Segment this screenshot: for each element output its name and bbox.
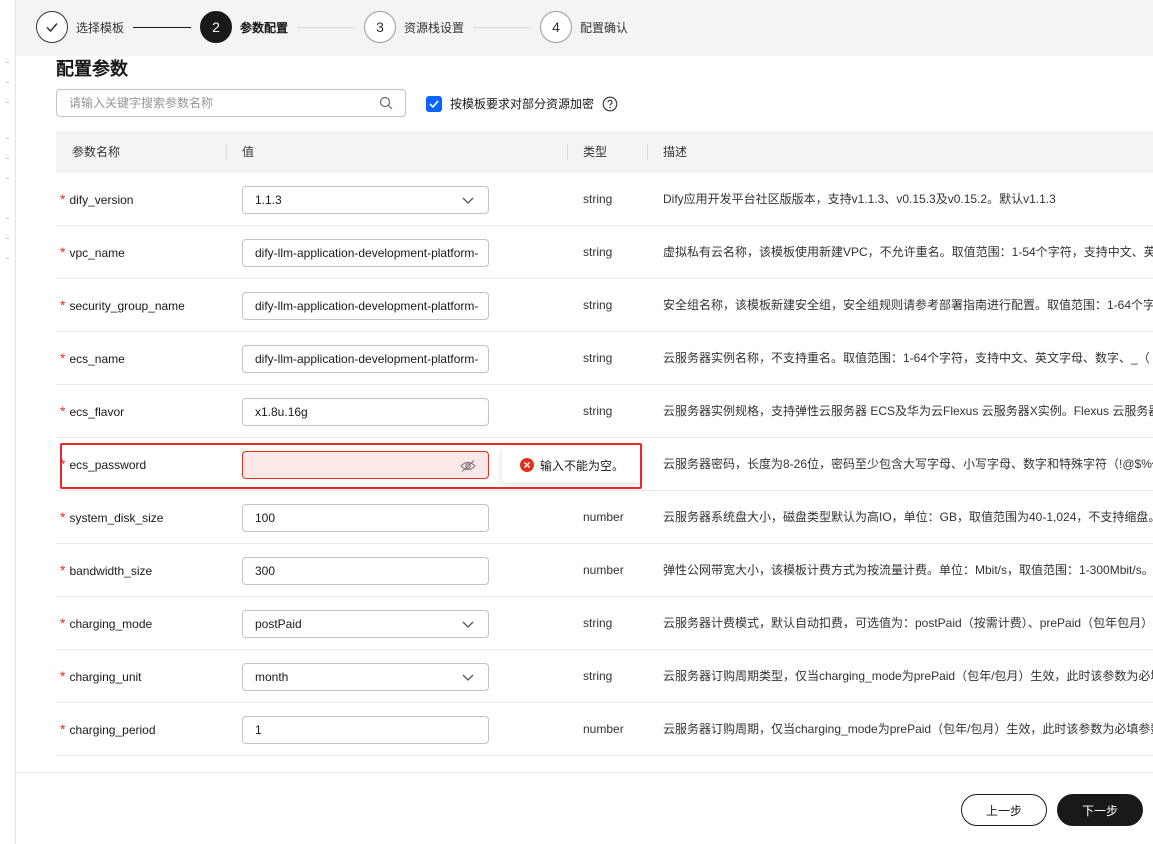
param-name: security_group_name bbox=[69, 299, 185, 313]
steps-bar: 选择模板 2 参数配置 3 资源栈设置 4 配置确认 bbox=[16, 0, 1153, 56]
param-name: bandwidth_size bbox=[69, 564, 153, 578]
param-desc: 云服务器实例规格，支持弹性云服务器 ECS及华为云Flexus 云服务器X实例。… bbox=[663, 404, 1153, 418]
param-desc: 云服务器订购周期类型，仅当charging_mode为prePaid（包年/包月… bbox=[663, 669, 1153, 683]
table-row: *charging_mode string 云服务器计费模式，默认自动扣费，可选… bbox=[56, 597, 1153, 650]
step-label: 选择模板 bbox=[76, 20, 125, 35]
step-number: 4 bbox=[540, 11, 572, 43]
param-type: number bbox=[583, 510, 624, 524]
param-type: string bbox=[583, 616, 613, 630]
table-row: *system_disk_size number 云服务器系统盘大小，磁盘类型默… bbox=[56, 491, 1153, 544]
table-row: *ecs_name string 云服务器实例名称，不支持重名。取值范围：1-6… bbox=[56, 332, 1153, 385]
charging-unit-select[interactable] bbox=[242, 663, 489, 691]
header-value: 值 bbox=[242, 145, 255, 159]
step-label: 资源栈设置 bbox=[404, 20, 465, 35]
table-row: *dify_version string Dify应用开发平台社区版版本，支持v… bbox=[56, 173, 1153, 226]
param-name: charging_mode bbox=[69, 617, 153, 631]
param-desc: 云服务器实例名称，不支持重名。取值范围：1-64个字符，支持中文、英文字母、数字… bbox=[663, 351, 1150, 365]
param-name: charging_period bbox=[69, 723, 156, 737]
param-name: ecs_flavor bbox=[69, 405, 125, 419]
param-name: dify_version bbox=[69, 193, 134, 207]
param-type: string bbox=[583, 298, 613, 312]
vpc-name-field[interactable] bbox=[242, 239, 489, 267]
table-row: *ecs_flavor string 云服务器实例规格，支持弹性云服务器 ECS… bbox=[56, 385, 1153, 438]
charging-mode-select[interactable] bbox=[242, 610, 489, 638]
param-type: string bbox=[583, 192, 613, 206]
select-value[interactable] bbox=[255, 187, 455, 213]
ecs-name-input[interactable] bbox=[255, 346, 487, 372]
step-label: 参数配置 bbox=[240, 20, 289, 35]
step-label: 配置确认 bbox=[580, 20, 629, 35]
search-input[interactable] bbox=[69, 90, 379, 116]
param-type: string bbox=[583, 669, 613, 683]
param-desc: Dify应用开发平台社区版版本，支持v1.1.3、v0.15.3及v0.15.2… bbox=[663, 192, 1056, 206]
select-value[interactable] bbox=[255, 611, 455, 637]
step-number: 3 bbox=[364, 11, 396, 43]
param-type: string bbox=[583, 245, 613, 259]
section-title: 配置参数 bbox=[56, 59, 128, 79]
bandwidth-size-field[interactable] bbox=[242, 557, 489, 585]
param-name: vpc_name bbox=[69, 246, 125, 260]
security-group-name-input[interactable] bbox=[255, 293, 487, 319]
param-desc: 弹性公网带宽大小，该模板计费方式为按流量计费。单位：Mbit/s，取值范围：1-… bbox=[663, 563, 1153, 577]
select-value[interactable] bbox=[255, 664, 455, 690]
param-type: number bbox=[583, 563, 624, 577]
vpc-name-input[interactable] bbox=[255, 240, 487, 266]
dify-version-select[interactable] bbox=[242, 186, 489, 214]
param-desc: 云服务器密码，长度为8-26位，密码至少包含大写字母、小写字母、数字和特殊字符（… bbox=[663, 457, 1153, 471]
encrypt-option[interactable]: 按模板要求对部分资源加密 bbox=[426, 95, 618, 112]
param-name: system_disk_size bbox=[69, 511, 164, 525]
search-icon[interactable] bbox=[379, 96, 393, 110]
charging-period-input[interactable] bbox=[255, 717, 487, 743]
system-disk-size-field[interactable] bbox=[242, 504, 489, 532]
table-header: 参数名称 值 类型 描述 bbox=[56, 131, 1153, 173]
step-stack-settings[interactable]: 3 资源栈设置 bbox=[364, 11, 464, 43]
param-search[interactable] bbox=[56, 89, 406, 117]
param-desc: 虚拟私有云名称，该模板使用新建VPC，不允许重名。取值范围：1-54个字符，支持… bbox=[663, 245, 1153, 259]
header-type: 类型 bbox=[583, 145, 608, 159]
table-row: *charging_unit string 云服务器订购周期类型，仅当charg… bbox=[56, 650, 1153, 703]
step-param-config[interactable]: 2 参数配置 bbox=[200, 11, 288, 43]
param-desc: 安全组名称，该模板新建安全组，安全组规则请参考部署指南进行配置。取值范围：1-6… bbox=[663, 298, 1153, 312]
ecs-flavor-input[interactable] bbox=[255, 399, 487, 425]
charging-period-field[interactable] bbox=[242, 716, 489, 744]
header-desc: 描述 bbox=[663, 145, 688, 159]
encrypt-checkbox[interactable] bbox=[426, 95, 442, 112]
table-row: *vpc_name string 虚拟私有云名称，该模板使用新建VPC，不允许重… bbox=[56, 226, 1153, 279]
chevron-down-icon[interactable] bbox=[462, 672, 474, 682]
step-number: 2 bbox=[200, 11, 232, 43]
param-desc: 云服务器系统盘大小，磁盘类型默认为高IO，单位：GB，取值范围为40-1,024… bbox=[663, 510, 1153, 524]
step-connector bbox=[297, 27, 355, 28]
next-step-button[interactable]: 下一步 bbox=[1057, 794, 1143, 826]
help-icon[interactable] bbox=[602, 96, 618, 112]
param-type: number bbox=[583, 722, 624, 736]
step-connector bbox=[473, 27, 531, 28]
param-type: string bbox=[583, 351, 613, 365]
chevron-down-icon[interactable] bbox=[462, 195, 474, 205]
system-disk-size-input[interactable] bbox=[255, 505, 487, 531]
ecs-name-field[interactable] bbox=[242, 345, 489, 373]
param-type: string bbox=[583, 404, 613, 418]
security-group-name-field[interactable] bbox=[242, 292, 489, 320]
param-name: ecs_name bbox=[69, 352, 125, 366]
step-connector bbox=[133, 27, 191, 28]
header-param-name: 参数名称 bbox=[72, 145, 121, 159]
check-icon bbox=[36, 11, 68, 43]
ecs-flavor-field[interactable] bbox=[242, 398, 489, 426]
table-row: *charging_period number 云服务器订购周期，仅当charg… bbox=[56, 703, 1153, 756]
table-row: *security_group_name string 安全组名称，该模板新建安… bbox=[56, 279, 1153, 332]
table-row: *bandwidth_size number 弹性公网带宽大小，该模板计费方式为… bbox=[56, 544, 1153, 597]
encrypt-label: 按模板要求对部分资源加密 bbox=[450, 97, 595, 111]
param-desc: 云服务器计费模式，默认自动扣费，可选值为：postPaid（按需计费）、preP… bbox=[663, 616, 1153, 630]
prev-step-button[interactable]: 上一步 bbox=[961, 794, 1047, 826]
left-rail bbox=[0, 0, 16, 844]
chevron-down-icon[interactable] bbox=[462, 619, 474, 629]
step-confirm[interactable]: 4 配置确认 bbox=[540, 11, 628, 43]
param-desc: 云服务器订购周期，仅当charging_mode为prePaid（包年/包月）生… bbox=[663, 722, 1153, 736]
error-highlight-box bbox=[60, 443, 642, 489]
bandwidth-size-input[interactable] bbox=[255, 558, 487, 584]
param-name: charging_unit bbox=[69, 670, 142, 684]
step-select-template[interactable]: 选择模板 bbox=[36, 11, 124, 43]
